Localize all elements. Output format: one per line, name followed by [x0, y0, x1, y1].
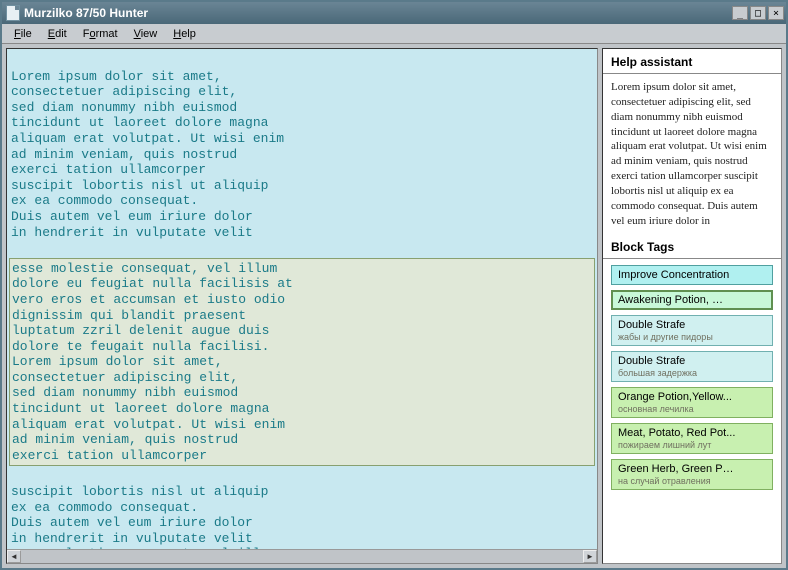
tag-green-herb[interactable]: Green Herb, Green P… на случай отравлени… [611, 459, 773, 490]
block-tags-list: Improve Concentration Awakening Potion, … [603, 259, 781, 496]
window-controls: _ □ × [732, 6, 784, 20]
tag-double-strafe-2[interactable]: Double Strafe большая задержка [611, 351, 773, 382]
horizontal-scrollbar[interactable]: ◄ ► [7, 549, 597, 563]
tag-label: Double Strafe [618, 355, 685, 367]
tag-subtitle: жабы и другие пидоры [618, 332, 766, 342]
tag-subtitle: основная лечилка [618, 404, 766, 414]
help-assistant-body: Lorem ipsum dolor sit amet, consectetuer… [603, 74, 781, 234]
text-block-2-selected[interactable]: esse molestie consequat, vel illum dolor… [9, 258, 595, 467]
app-window: Murzilko 87/50 Hunter _ □ × File Edit Fo… [0, 0, 788, 570]
menu-help[interactable]: Help [165, 26, 204, 42]
menu-format[interactable]: Format [75, 26, 126, 42]
title-bar: Murzilko 87/50 Hunter _ □ × [2, 2, 786, 24]
tag-subtitle: пожираем лишний лут [618, 440, 766, 450]
window-title: Murzilko 87/50 Hunter [24, 6, 732, 20]
tag-meat-potato[interactable]: Meat, Potato, Red Pot... пожираем лишний… [611, 423, 773, 454]
menu-bar: File Edit Format View Help [2, 24, 786, 44]
document-icon [6, 5, 20, 21]
tag-label: Improve Concentration [618, 269, 729, 281]
tag-label: Meat, Potato, Red Pot... [618, 427, 735, 439]
scroll-track[interactable] [21, 550, 583, 563]
tag-subtitle: на случай отравления [618, 476, 766, 486]
tag-label: Green Herb, Green P… [618, 463, 734, 475]
tag-awakening-potion[interactable]: Awakening Potion, … [611, 290, 773, 310]
text-block-3[interactable]: suscipit lobortis nisl ut aliquip ex ea … [11, 484, 593, 549]
minimize-button[interactable]: _ [732, 6, 748, 20]
text-block-1[interactable]: Lorem ipsum dolor sit amet, consectetuer… [11, 69, 593, 241]
maximize-button[interactable]: □ [750, 6, 766, 20]
side-panel: Help assistant Lorem ipsum dolor sit ame… [602, 48, 782, 564]
tag-label: Orange Potion,Yellow... [618, 391, 732, 403]
scroll-right-arrow[interactable]: ► [583, 550, 597, 563]
close-button[interactable]: × [768, 6, 784, 20]
help-assistant-title: Help assistant [603, 49, 781, 74]
tag-subtitle: большая задержка [618, 368, 766, 378]
menu-edit[interactable]: Edit [40, 26, 75, 42]
tag-label: Awakening Potion, … [618, 294, 723, 306]
menu-view[interactable]: View [126, 26, 166, 42]
scroll-left-arrow[interactable]: ◄ [7, 550, 21, 563]
editor-pane: Lorem ipsum dolor sit amet, consectetuer… [6, 48, 598, 564]
tag-double-strafe-1[interactable]: Double Strafe жабы и другие пидоры [611, 315, 773, 346]
editor-content[interactable]: Lorem ipsum dolor sit amet, consectetuer… [7, 49, 597, 549]
block-tags-title: Block Tags [603, 234, 781, 259]
client-area: Lorem ipsum dolor sit amet, consectetuer… [2, 44, 786, 568]
tag-orange-potion[interactable]: Orange Potion,Yellow... основная лечилка [611, 387, 773, 418]
tag-improve-concentration[interactable]: Improve Concentration [611, 265, 773, 285]
menu-file[interactable]: File [6, 26, 40, 42]
tag-label: Double Strafe [618, 319, 685, 331]
